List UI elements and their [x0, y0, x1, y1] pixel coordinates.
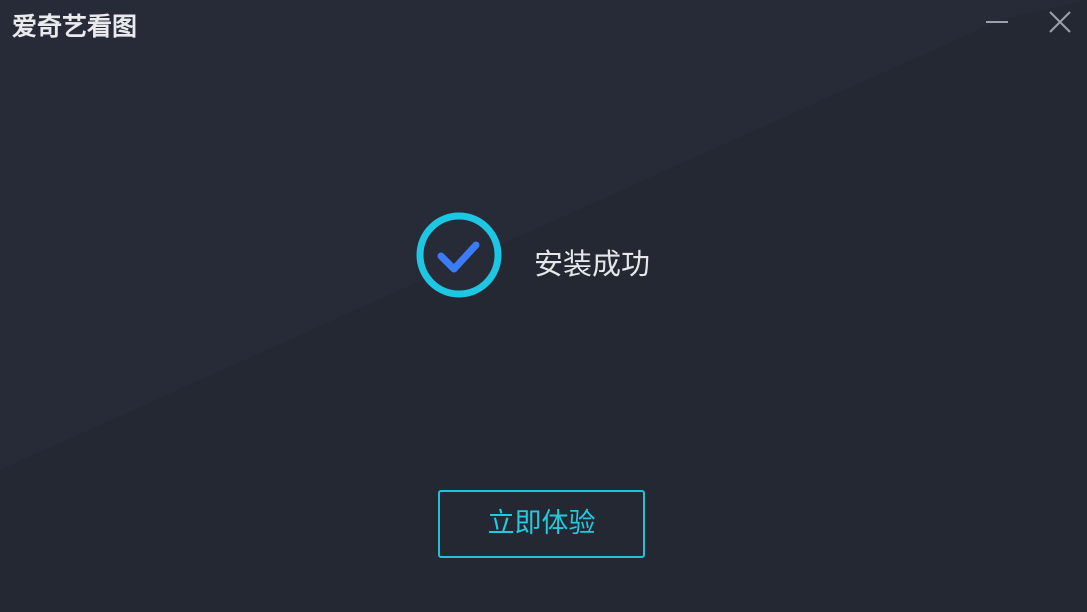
app-title: 爱奇艺看图	[12, 12, 138, 41]
minimize-icon	[986, 21, 1008, 23]
install-success-text: 安装成功	[534, 247, 651, 281]
try-now-button[interactable]: 立即体验	[438, 490, 645, 558]
close-button[interactable]	[1043, 6, 1077, 40]
minimize-button[interactable]	[980, 6, 1014, 40]
close-icon	[1049, 11, 1071, 33]
check-circle-icon	[414, 211, 504, 301]
installer-window: 爱奇艺看图 安装成功 立即体验	[0, 0, 1087, 612]
title-bar[interactable]: 爱奇艺看图	[0, 0, 1087, 56]
